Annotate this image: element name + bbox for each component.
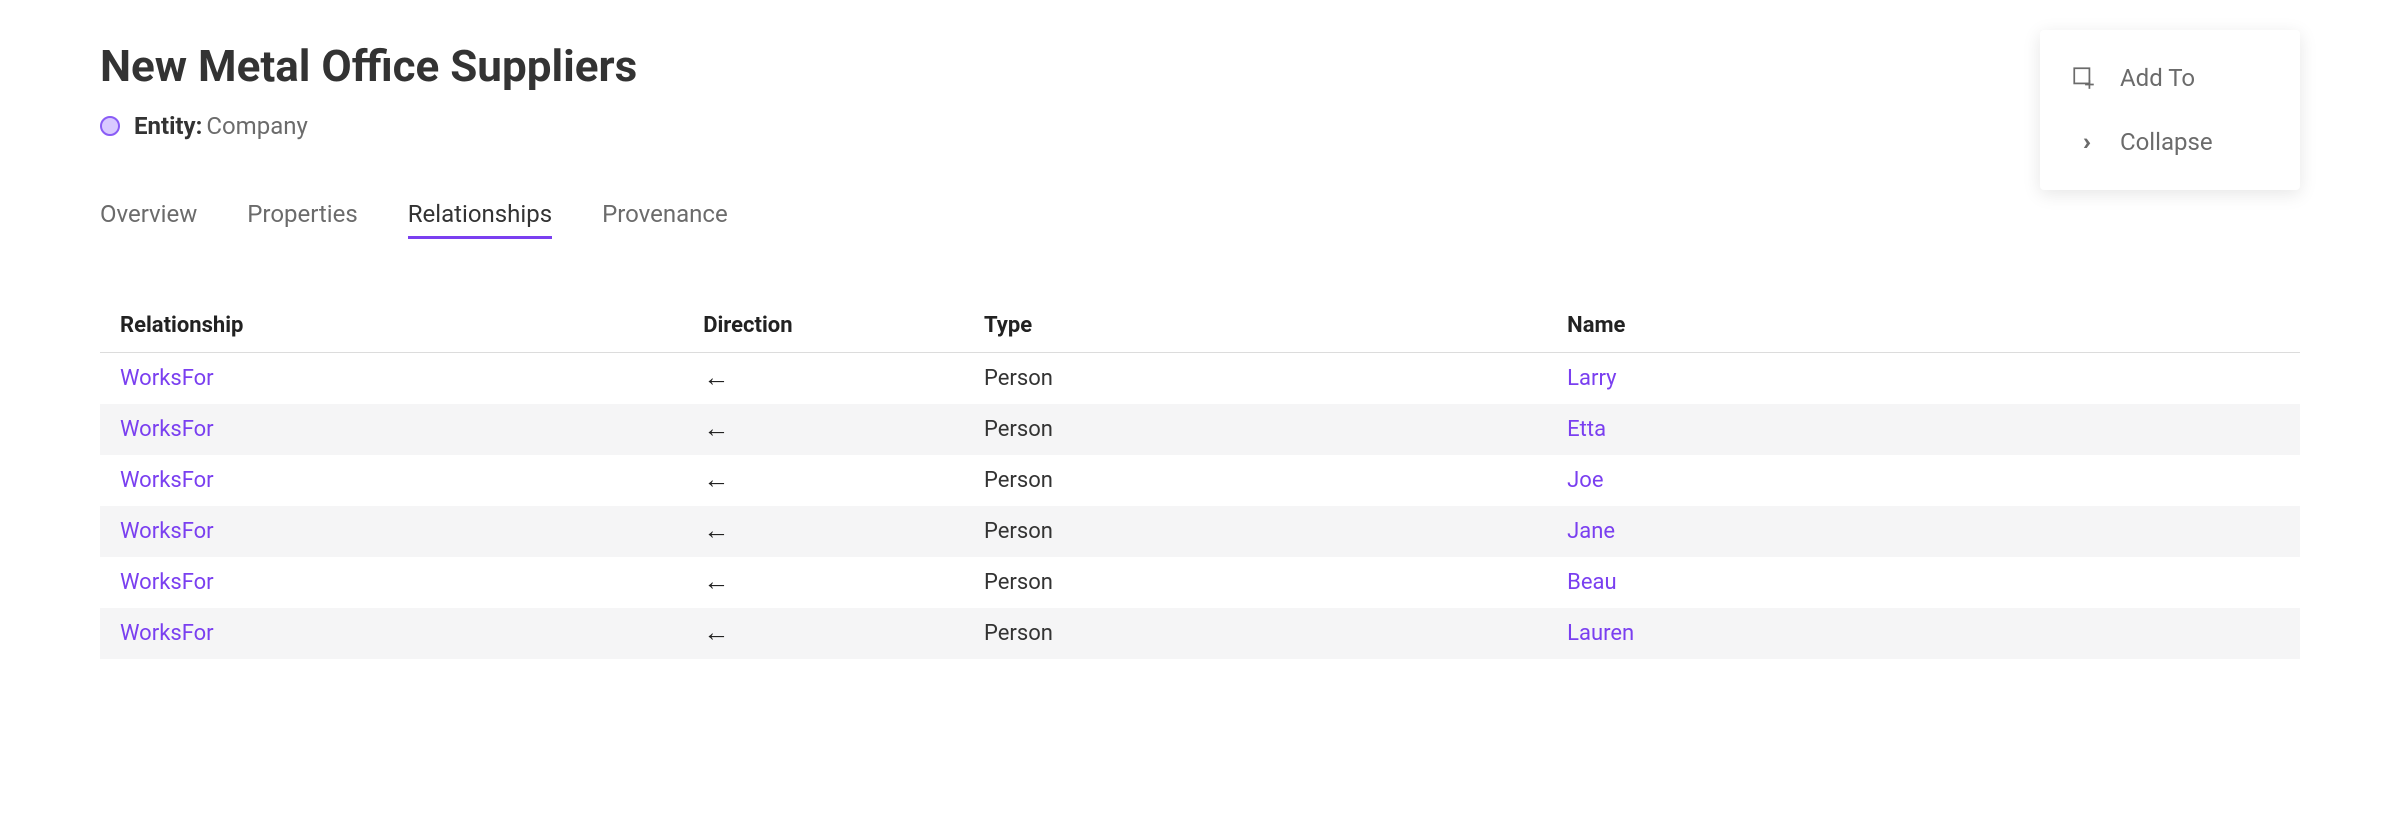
th-type[interactable]: Type <box>984 313 1567 338</box>
type-cell: Person <box>984 519 1567 544</box>
entity-row: Entity: Company <box>100 112 2300 140</box>
collapse-icon: ›› <box>2070 128 2098 156</box>
th-direction[interactable]: Direction <box>703 313 984 338</box>
name-link[interactable]: Joe <box>1567 468 2280 493</box>
type-cell: Person <box>984 570 1567 595</box>
table-row: WorksFor← PersonEtta <box>100 404 2300 455</box>
relationship-link[interactable]: WorksFor <box>120 468 703 493</box>
tab-overview[interactable]: Overview <box>100 200 197 239</box>
action-panel: Add To ›› Collapse <box>2040 30 2300 190</box>
direction-cell: ← <box>703 365 984 392</box>
name-link[interactable]: Jane <box>1567 519 2280 544</box>
entity-type-icon <box>100 116 120 136</box>
add-to-icon <box>2070 64 2098 92</box>
direction-cell: ← <box>703 620 984 647</box>
name-link[interactable]: Lauren <box>1567 621 2280 646</box>
arrow-left-icon: ← <box>703 516 729 546</box>
table-row: WorksFor← PersonJane <box>100 506 2300 557</box>
collapse-label: Collapse <box>2120 128 2213 156</box>
direction-cell: ← <box>703 467 984 494</box>
arrow-left-icon: ← <box>703 465 729 495</box>
direction-cell: ← <box>703 518 984 545</box>
tab-provenance[interactable]: Provenance <box>602 200 728 239</box>
table-row: WorksFor← PersonLauren <box>100 608 2300 659</box>
relationships-table: Relationship Direction Type Name WorksFo… <box>100 299 2300 659</box>
tab-relationships[interactable]: Relationships <box>408 200 552 239</box>
table-header-row: Relationship Direction Type Name <box>100 299 2300 353</box>
type-cell: Person <box>984 366 1567 391</box>
arrow-left-icon: ← <box>703 363 729 393</box>
table-row: WorksFor← PersonLarry <box>100 353 2300 404</box>
relationship-link[interactable]: WorksFor <box>120 570 703 595</box>
direction-cell: ← <box>703 416 984 443</box>
type-cell: Person <box>984 417 1567 442</box>
type-cell: Person <box>984 621 1567 646</box>
relationship-link[interactable]: WorksFor <box>120 366 703 391</box>
relationship-link[interactable]: WorksFor <box>120 417 703 442</box>
relationship-link[interactable]: WorksFor <box>120 621 703 646</box>
entity-value: Company <box>206 112 308 140</box>
relationship-link[interactable]: WorksFor <box>120 519 703 544</box>
tab-properties[interactable]: Properties <box>247 200 357 239</box>
name-link[interactable]: Beau <box>1567 570 2280 595</box>
table-row: WorksFor← PersonBeau <box>100 557 2300 608</box>
name-link[interactable]: Larry <box>1567 366 2280 391</box>
direction-cell: ← <box>703 569 984 596</box>
add-to-label: Add To <box>2120 64 2195 92</box>
type-cell: Person <box>984 468 1567 493</box>
arrow-left-icon: ← <box>703 618 729 648</box>
collapse-button[interactable]: ›› Collapse <box>2040 110 2300 174</box>
page-title: New Metal Office Suppliers <box>100 40 2300 92</box>
tabs: Overview Properties Relationships Proven… <box>100 200 2300 239</box>
table-row: WorksFor← PersonJoe <box>100 455 2300 506</box>
arrow-left-icon: ← <box>703 414 729 444</box>
name-link[interactable]: Etta <box>1567 417 2280 442</box>
arrow-left-icon: ← <box>703 567 729 597</box>
add-to-button[interactable]: Add To <box>2040 46 2300 110</box>
th-name[interactable]: Name <box>1567 313 2280 338</box>
entity-label: Entity: <box>134 112 202 140</box>
th-relationship[interactable]: Relationship <box>120 313 703 338</box>
